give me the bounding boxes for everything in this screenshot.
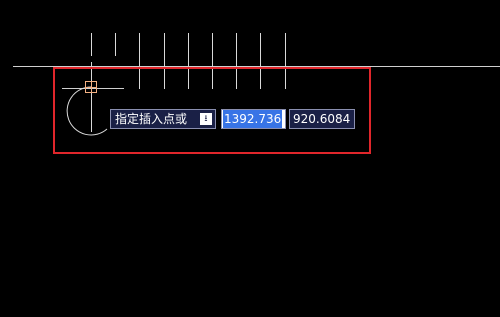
y-coordinate-value[interactable]: 920.6084 bbox=[293, 112, 350, 126]
drawing-canvas[interactable]: 指定插入点或 ⭳ 1392.736 920.6084 bbox=[0, 0, 500, 317]
x-coordinate-input[interactable]: 1392.736 bbox=[221, 109, 286, 129]
vertical-line bbox=[115, 33, 116, 56]
x-coordinate-value[interactable]: 1392.736 bbox=[223, 110, 283, 128]
y-coordinate-input[interactable]: 920.6084 bbox=[289, 109, 355, 129]
vertical-line bbox=[91, 33, 92, 56]
down-arrow-icon[interactable]: ⭳ bbox=[200, 113, 212, 125]
command-prompt-tooltip: 指定插入点或 ⭳ bbox=[110, 109, 216, 129]
prompt-label: 指定插入点或 bbox=[115, 112, 188, 126]
